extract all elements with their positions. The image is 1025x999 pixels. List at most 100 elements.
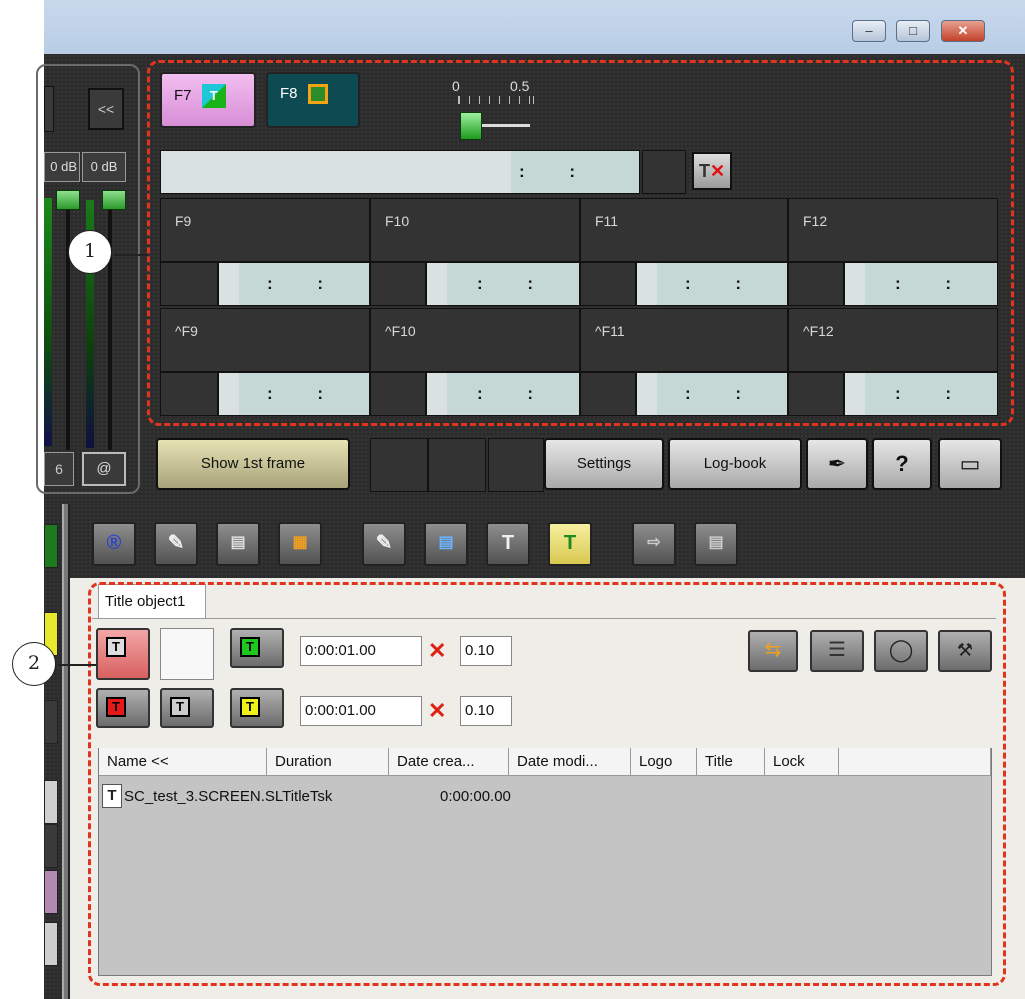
film-button[interactable]: ▤ xyxy=(216,522,260,566)
fade-out-duration-field[interactable]: 0:00:01.00 xyxy=(300,696,422,726)
main-timebar-button[interactable] xyxy=(642,150,686,194)
main-time-readout: : : xyxy=(518,162,595,181)
mixer-six-button[interactable]: 6 xyxy=(44,452,74,486)
title-task-button[interactable]: T xyxy=(486,522,530,566)
ctrl-f11-label: ^F11 xyxy=(595,323,625,339)
clear-title-button[interactable]: T✕ xyxy=(692,152,732,190)
ctrl-f10-cell[interactable]: ^F10 xyxy=(370,308,580,372)
export-button[interactable]: ⇨ xyxy=(632,522,676,566)
help-button[interactable]: ? xyxy=(872,438,932,490)
blank-button-2[interactable] xyxy=(428,438,486,492)
title-in-icon: T xyxy=(106,637,126,657)
ctrl-f12-cell[interactable]: ^F12 xyxy=(788,308,998,372)
title-in-button[interactable]: T xyxy=(96,628,150,680)
tools-icon: ⚒ xyxy=(956,640,974,660)
title-timer-button[interactable]: T xyxy=(160,688,214,728)
f10-time: : : xyxy=(476,274,553,293)
edit-tools-button[interactable]: ⚒ xyxy=(938,630,992,672)
f9-cell[interactable]: F9 xyxy=(160,198,370,262)
left-dark-button-1[interactable] xyxy=(44,700,58,744)
f11-slot[interactable] xyxy=(580,262,636,306)
db-readout-right: 0 dB xyxy=(82,152,126,182)
f12-slot[interactable] xyxy=(788,262,844,306)
pen-icon: ✒ xyxy=(827,451,847,476)
film-icon: ▤ xyxy=(230,534,246,551)
f7-key[interactable]: F7 T xyxy=(160,72,256,128)
collapse-button[interactable]: << xyxy=(88,88,124,130)
settings-button[interactable]: Settings xyxy=(544,438,664,490)
f12-cell[interactable]: F12 xyxy=(788,198,998,262)
f10-slot[interactable] xyxy=(370,262,426,306)
ctrl-f10-label: ^F10 xyxy=(385,323,416,339)
fader-knob-right[interactable] xyxy=(102,190,126,210)
f10-timebar: : : xyxy=(426,262,580,306)
blank-button-3[interactable] xyxy=(488,438,544,492)
f12-time: : : xyxy=(894,274,971,293)
film-transparent-button[interactable]: ▤ xyxy=(424,522,468,566)
list-button[interactable]: ☰ xyxy=(810,630,864,672)
title-preview-box xyxy=(160,628,214,680)
column-date-modified[interactable]: Date modi... xyxy=(509,748,631,776)
search-button[interactable]: ◯ xyxy=(874,630,928,672)
fade-in-duration-field[interactable]: 0:00:01.00 xyxy=(300,636,422,666)
close-button[interactable]: ✕ xyxy=(941,20,985,42)
column-date-created[interactable]: Date crea... xyxy=(389,748,509,776)
left-gray-button[interactable] xyxy=(44,780,58,824)
column-name[interactable]: Name << xyxy=(99,748,267,776)
f10-cell[interactable]: F10 xyxy=(370,198,580,262)
ctrl-f12-slot[interactable] xyxy=(788,372,844,416)
ctrl-f10-slot[interactable] xyxy=(370,372,426,416)
fade-out-button[interactable]: T xyxy=(230,688,284,728)
title-out-button[interactable]: T xyxy=(96,688,150,728)
ctrl-f11-slot[interactable] xyxy=(580,372,636,416)
help-icon: ? xyxy=(895,451,909,476)
task-list[interactable] xyxy=(98,748,992,976)
f8-label: F8 xyxy=(280,84,298,102)
document-button[interactable]: ▤ xyxy=(694,522,738,566)
swap-button[interactable]: ⇆ xyxy=(748,630,798,672)
show-first-frame-button[interactable]: Show 1st frame xyxy=(156,438,350,490)
title-object-button[interactable]: T xyxy=(548,522,592,566)
title-out-icon: T xyxy=(106,697,126,717)
f7-label: F7 xyxy=(174,86,192,104)
shuffle-icon-1: ✕ xyxy=(428,638,447,663)
f9-label: F9 xyxy=(175,213,192,229)
fader-knob-left[interactable] xyxy=(56,190,80,210)
callout-1-leader xyxy=(114,254,148,256)
f9-slot[interactable] xyxy=(160,262,218,306)
mixer-button-partial[interactable] xyxy=(44,86,54,132)
splitter-bar[interactable] xyxy=(62,504,70,999)
f8-key[interactable]: F8 xyxy=(266,72,360,128)
brush-icon: ✎ xyxy=(167,532,185,554)
column-logo[interactable]: Logo xyxy=(631,748,697,776)
folder-button[interactable]: ▭ xyxy=(938,438,1002,490)
column-lock[interactable]: Lock xyxy=(765,748,839,776)
ctrl-f9-cell[interactable]: ^F9 xyxy=(160,308,370,372)
left-gray-button-2[interactable] xyxy=(44,922,58,966)
log-book-button[interactable]: Log-book xyxy=(668,438,802,490)
maximize-button[interactable]: □ xyxy=(896,20,930,42)
f11-cell[interactable]: F11 xyxy=(580,198,788,262)
fade-in-icon: T xyxy=(240,637,260,657)
left-purple-button[interactable] xyxy=(44,870,58,914)
table-row[interactable]: T SC_test_3.SCREEN.SLTitleTsk 0:00:00.00 xyxy=(100,784,600,814)
blank-button-1[interactable] xyxy=(370,438,428,492)
edit-image-button[interactable]: ✎ xyxy=(154,522,198,566)
pen-button[interactable]: ✒ xyxy=(806,438,868,490)
left-green-button[interactable] xyxy=(44,524,58,568)
fade-in-value-field[interactable]: 0.10 xyxy=(460,636,512,666)
fade-in-button[interactable]: T xyxy=(230,628,284,668)
export-icon: ⇨ xyxy=(647,534,661,551)
slider-thumb[interactable] xyxy=(460,112,482,140)
column-duration[interactable]: Duration xyxy=(267,748,389,776)
crawl-button[interactable]: ▦ xyxy=(278,522,322,566)
left-dark-button-2[interactable] xyxy=(44,824,58,868)
minimize-button[interactable]: – xyxy=(852,20,886,42)
at-button[interactable]: @ xyxy=(82,452,126,486)
registered-button[interactable]: ® xyxy=(92,522,136,566)
edit-transparent-button[interactable]: ✎ xyxy=(362,522,406,566)
column-title[interactable]: Title xyxy=(697,748,765,776)
ctrl-f9-slot[interactable] xyxy=(160,372,218,416)
ctrl-f11-cell[interactable]: ^F11 xyxy=(580,308,788,372)
fade-out-value-field[interactable]: 0.10 xyxy=(460,696,512,726)
